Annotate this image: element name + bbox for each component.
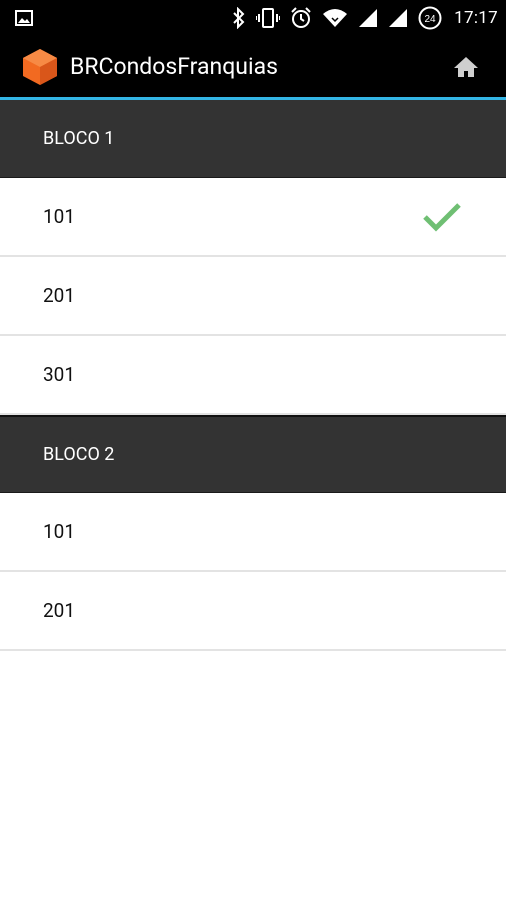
signal-icon [358,8,378,28]
orange-cube-icon[interactable] [20,47,60,87]
list-item[interactable]: 101 [0,493,506,572]
status-bar: 24 17:17 [0,0,506,36]
status-time: 17:17 [454,8,498,28]
list-item[interactable]: 301 [0,336,506,415]
section-header-bloco-2: BLOCO 2 [0,415,506,493]
bluetooth-icon [232,7,246,29]
list-item[interactable]: 201 [0,257,506,336]
battery-level-label: 24 [425,14,437,25]
vibrate-icon [256,7,281,29]
list-item[interactable]: 201 [0,572,506,651]
home-button[interactable] [446,47,486,87]
list-item-label: 101 [43,520,76,543]
list-item[interactable]: 101 [0,178,506,257]
list-item-label: 101 [43,205,76,228]
list-item-label: 201 [43,599,76,622]
check-icon [422,202,462,232]
section-header-bloco-1: BLOCO 1 [0,100,506,178]
list-item-label: 201 [43,284,76,307]
wifi-icon [322,8,348,28]
status-left [14,8,34,28]
battery-icon: 24 [418,6,442,30]
unit-list: BLOCO 1 101 201 301 BLOCO 2 101 201 [0,100,506,651]
action-bar: BRCondosFranquias [0,36,506,100]
status-right: 24 17:17 [232,6,498,30]
signal-icon-2 [388,8,408,28]
home-icon [454,56,478,77]
section-label: BLOCO 2 [43,444,115,465]
app-title: BRCondosFranquias [70,53,278,80]
list-item-label: 301 [43,363,76,386]
image-notification-icon [14,8,34,28]
alarm-icon [290,7,312,29]
section-label: BLOCO 1 [43,128,115,149]
